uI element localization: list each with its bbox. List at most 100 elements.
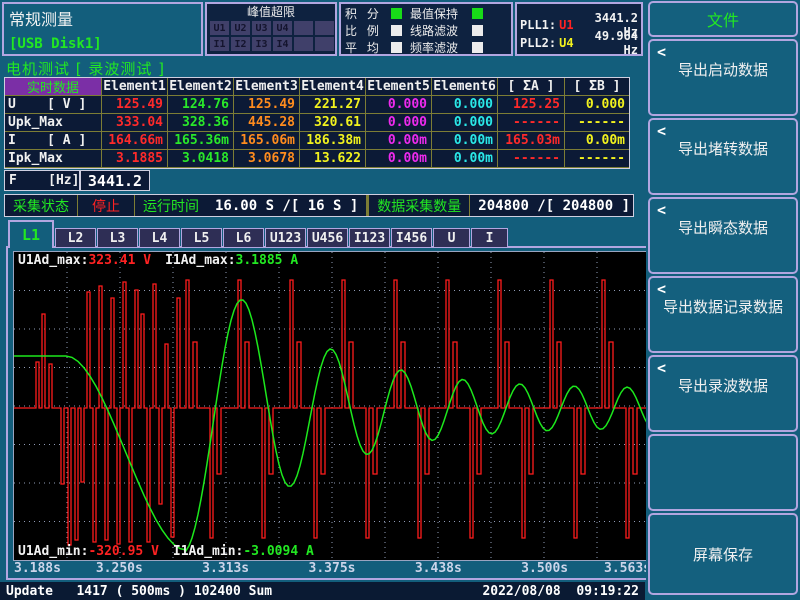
left-chevron-icon: < [657, 122, 666, 140]
table-cell: 125.49 [234, 96, 300, 114]
x-axis-tick: 3.313s [202, 561, 249, 576]
x-axis-tick: 3.250s [96, 561, 143, 576]
channel-tabs: L1L2L3L4L5L6U123U456I123I456UI [8, 220, 509, 248]
frequency-row: F [Hz] 3441.2 [4, 170, 150, 191]
table-row-label: Ipk_Max [5, 150, 102, 168]
menu-button-label: 导出堵转数据 [678, 138, 768, 159]
toggle-indicator [472, 25, 483, 36]
toggle-row: 积 分最值保持 [341, 5, 511, 21]
tab-u123[interactable]: U123 [265, 228, 306, 248]
file-menu-button[interactable]: 文件 [648, 1, 798, 37]
tab-l6[interactable]: L6 [223, 228, 264, 248]
table-column-header: Element3 [234, 78, 300, 96]
waveform-min-readout: U1Ad_min: -320.95 V I1Ad_min: -3.0094 A [18, 544, 314, 559]
sample-count-label: 数据采集数量 [366, 195, 469, 216]
pll-value: 49.964 Hz [577, 29, 638, 57]
tab-i[interactable]: I [471, 228, 508, 248]
peak-cell-u3: U3 [252, 21, 271, 35]
export-waveform-data-button[interactable]: < 导出录波数据 [648, 355, 798, 432]
tab-u[interactable]: U [433, 228, 470, 248]
table-cell: 165.06m [234, 132, 300, 150]
waveform-plot: U1Ad_max: 323.41 V I1Ad_max: 3.1885 A U1… [13, 251, 651, 561]
table-column-header: Element4 [300, 78, 366, 96]
toggle-indicator [391, 42, 402, 53]
menu-button-label: 导出录波数据 [678, 375, 768, 396]
table-cell: 328.36 [168, 114, 234, 132]
export-startup-data-button[interactable]: <导出启动数据 [648, 39, 798, 116]
x-axis-tick: 3.188s [14, 561, 61, 576]
table-cell: 13.622 [300, 150, 366, 168]
peak-cell-i4: I4 [273, 37, 292, 51]
table-cell: 125.25 [498, 96, 565, 114]
tab-l5[interactable]: L5 [181, 228, 222, 248]
table-row-label: I [ A ] [5, 132, 102, 150]
tab-l1[interactable]: L1 [8, 220, 54, 248]
pll-source: U1 [559, 18, 573, 32]
title-panel: 常规测量 [USB Disk1] [2, 2, 203, 56]
u-min-value: -320.95 V [88, 544, 158, 559]
table-cell: 124.76 [168, 96, 234, 114]
table-cell: ------ [498, 114, 565, 132]
peak-cell-empty [315, 37, 334, 51]
u-min-label: U1Ad_min: [18, 544, 88, 559]
softkey-sidebar: 文件<导出启动数据<导出堵转数据<导出瞬态数据<导出数据记录数据<导出录波数据屏… [646, 0, 800, 600]
tab-u456[interactable]: U456 [307, 228, 348, 248]
export-transient-data-button[interactable]: <导出瞬态数据 [648, 197, 798, 274]
left-chevron-icon: < [657, 359, 666, 377]
tab-i123[interactable]: I123 [349, 228, 390, 248]
toggle-indicator [472, 42, 483, 53]
table-cell: 165.03m [498, 132, 565, 150]
export-stall-data-button[interactable]: < 导出堵转数据 [648, 118, 798, 195]
peak-cell-i2: I2 [231, 37, 250, 51]
table-cell: 0.00m [366, 132, 432, 150]
tab-i456[interactable]: I456 [391, 228, 432, 248]
table-cell: 165.36m [168, 132, 234, 150]
toggle-indicator [472, 8, 483, 19]
toggle-label: 比 例 [345, 22, 391, 39]
toggle-indicator [391, 25, 402, 36]
update-counter: Update 1417 ( 500ms ) 102400 Sum [6, 584, 272, 599]
i-min-value: -3.0094 A [243, 544, 313, 559]
table-cell: ------ [565, 150, 629, 168]
table-cell: 3.0418 [168, 150, 234, 168]
i-min-label: I1Ad_min: [173, 544, 243, 559]
table-row-label: U [ V ] [5, 96, 102, 114]
table-cell: 164.66m [102, 132, 168, 150]
peak-over-limit-title: 峰值超限 [207, 4, 335, 20]
tab-l2[interactable]: L2 [55, 228, 96, 248]
peak-cell-u2: U2 [231, 21, 250, 35]
table-cell: 333.04 [102, 114, 168, 132]
function-toggle-panel: 积 分最值保持比 例线路滤波平 均频率滤波 [339, 2, 513, 56]
peak-cell-empty [315, 21, 334, 35]
frequency-label: F [Hz] [4, 170, 80, 191]
menu-button-label: 导出启动数据 [678, 59, 768, 80]
table-cell: 0.000 [565, 96, 629, 114]
table-cell: ------ [498, 150, 565, 168]
menu-button-label: 文件 [707, 7, 739, 31]
left-chevron-icon: < [657, 201, 666, 219]
menu-button-label: 导出数据记录数据 [663, 296, 783, 317]
toggle-label: 最值保持 [410, 5, 472, 22]
table-cell: 186.38m [300, 132, 366, 150]
toggle-label: 频率滤波 [410, 39, 472, 56]
waveform-max-readout: U1Ad_max: 323.41 V I1Ad_max: 3.1885 A [18, 253, 298, 268]
i-max-label: I1Ad_max: [165, 253, 235, 268]
tab-l4[interactable]: L4 [139, 228, 180, 248]
runtime-value: 16.00 S /[ 16 S ] [207, 195, 366, 216]
screen-save-button[interactable]: 屏幕保存 [648, 513, 798, 595]
empty-menu-button[interactable] [648, 434, 798, 511]
usb-disk-status: [USB Disk1] [9, 36, 102, 52]
acquisition-status-row: 采集状态 停止 运行时间 16.00 S /[ 16 S ] 数据采集数量 20… [4, 194, 634, 217]
peak-cell-u1: U1 [210, 21, 229, 35]
u-max-label: U1Ad_max: [18, 253, 88, 268]
x-axis-tick: 3.500s [521, 561, 568, 576]
table-row-label: Upk_Max [5, 114, 102, 132]
acq-status-value: 停止 [77, 195, 134, 216]
table-cell: ------ [565, 114, 629, 132]
x-axis-tick: 3.438s [415, 561, 462, 576]
tab-l3[interactable]: L3 [97, 228, 138, 248]
x-axis-tick: 3.375s [309, 561, 356, 576]
export-data-record-button[interactable]: <导出数据记录数据 [648, 276, 798, 353]
table-cell: 0.00m [432, 150, 498, 168]
runtime-label: 运行时间 [134, 195, 207, 216]
